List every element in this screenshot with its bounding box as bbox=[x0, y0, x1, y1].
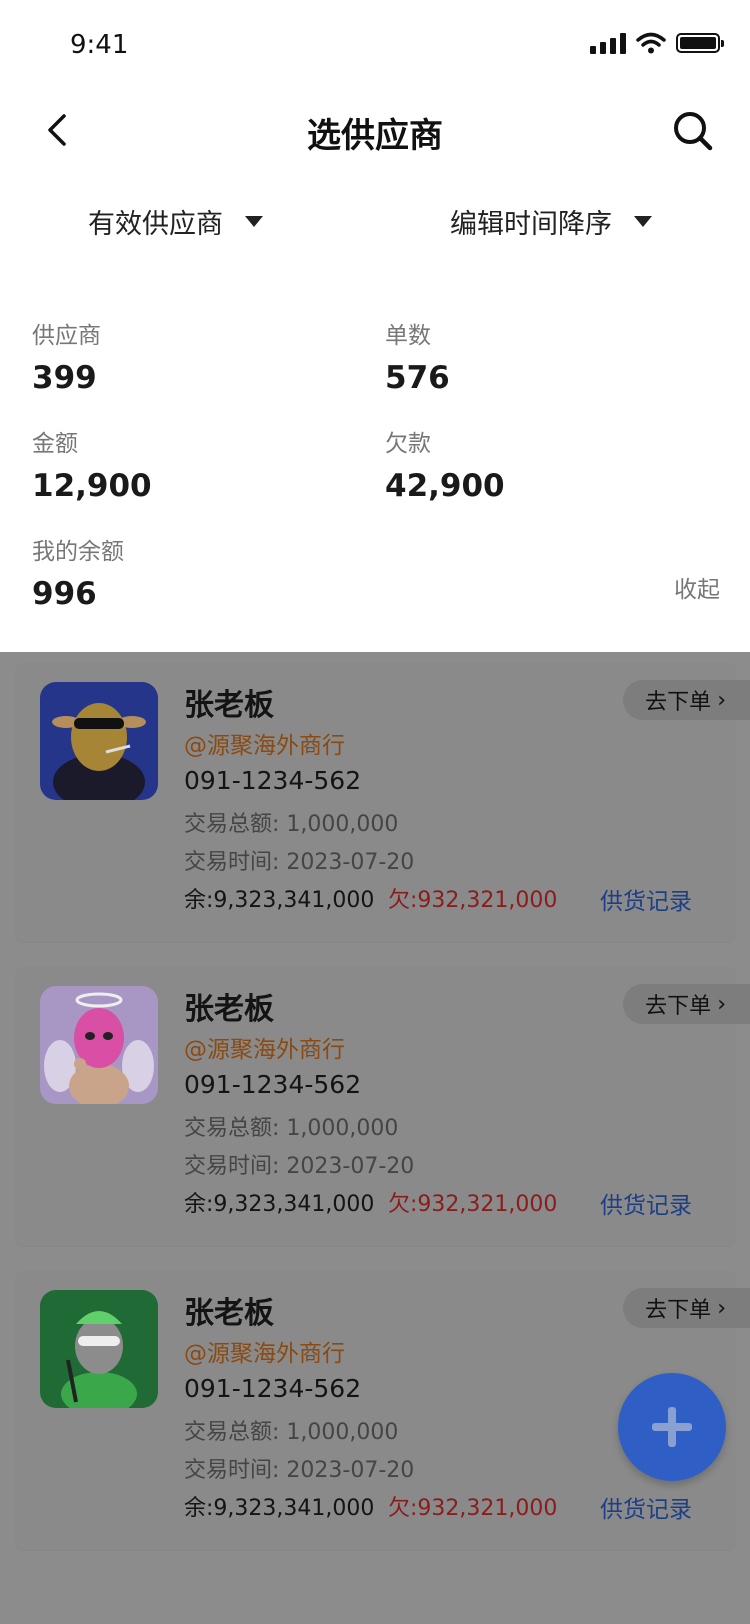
stat-label: 我的余额 bbox=[32, 539, 124, 565]
supplier-total: 交易总额: 1,000,000 bbox=[184, 1420, 399, 1445]
chevron-right-icon: › bbox=[717, 1295, 726, 1321]
collapse-link[interactable]: 收起 bbox=[674, 570, 720, 604]
stat-value: 12,900 bbox=[32, 468, 152, 504]
supplier-time: 交易时间: 2023-07-20 bbox=[184, 1154, 415, 1179]
wifi-icon bbox=[636, 32, 666, 54]
filter-sort-dropdown[interactable]: 编辑时间降序 bbox=[450, 202, 652, 241]
caret-down-icon bbox=[634, 216, 652, 227]
filter-sort-label: 编辑时间降序 bbox=[450, 209, 612, 240]
place-order-label: 去下单 bbox=[645, 994, 712, 1019]
place-order-label: 去下单 bbox=[645, 1298, 712, 1323]
stat-orders: 单数 576 bbox=[385, 316, 685, 396]
battery-icon bbox=[676, 33, 724, 53]
supplier-debt: 欠:932,321,000 bbox=[388, 888, 558, 913]
supplier-name: 张老板 bbox=[184, 1296, 274, 1331]
stat-label: 单数 bbox=[385, 323, 431, 349]
stat-value: 576 bbox=[385, 360, 450, 396]
supplier-total: 交易总额: 1,000,000 bbox=[184, 812, 399, 837]
supplier-phone: 091-1234-562 bbox=[184, 766, 362, 795]
avatar bbox=[40, 986, 158, 1104]
filter-status-dropdown[interactable]: 有效供应商 bbox=[88, 202, 263, 241]
stat-balance: 我的余额 996 bbox=[32, 532, 332, 612]
search-icon[interactable] bbox=[670, 108, 716, 154]
stat-label: 金额 bbox=[32, 431, 78, 457]
filter-bar: 有效供应商 编辑时间降序 bbox=[0, 190, 750, 256]
stats-panel: 供应商 399 单数 576 金额 12,900 欠款 42,900 我的余额 … bbox=[0, 300, 750, 620]
supplier-card[interactable]: 张老板 @源聚海外商行 091-1234-562 交易总额: 1,000,000… bbox=[14, 966, 750, 1246]
supplier-debt: 欠:932,321,000 bbox=[388, 1192, 558, 1217]
supplier-time: 交易时间: 2023-07-20 bbox=[184, 1458, 415, 1483]
status-time: 9:41 bbox=[70, 30, 129, 60]
page-title: 选供应商 bbox=[307, 116, 443, 156]
supplier-balance: 余:9,323,341,000 bbox=[184, 888, 375, 913]
supply-record-link[interactable]: 供货记录 bbox=[600, 1186, 692, 1220]
supplier-name: 张老板 bbox=[184, 992, 274, 1027]
status-bar: 9:41 bbox=[0, 0, 750, 90]
place-order-button[interactable]: 去下单 › bbox=[623, 984, 750, 1024]
filter-status-label: 有效供应商 bbox=[88, 209, 223, 240]
stat-suppliers: 供应商 399 bbox=[32, 316, 332, 396]
stat-label: 供应商 bbox=[32, 323, 101, 349]
supplier-company: @源聚海外商行 bbox=[184, 1341, 345, 1367]
stat-debt: 欠款 42,900 bbox=[385, 424, 685, 504]
supplier-phone: 091-1234-562 bbox=[184, 1070, 362, 1099]
supplier-company: @源聚海外商行 bbox=[184, 1037, 345, 1063]
status-icons bbox=[590, 32, 724, 54]
supplier-company: @源聚海外商行 bbox=[184, 733, 345, 759]
supplier-list: 张老板 @源聚海外商行 091-1234-562 交易总额: 1,000,000… bbox=[0, 652, 750, 1624]
place-order-label: 去下单 bbox=[645, 690, 712, 715]
stat-label: 欠款 bbox=[385, 431, 431, 457]
stat-value: 42,900 bbox=[385, 468, 505, 504]
supplier-balance: 余:9,323,341,000 bbox=[184, 1192, 375, 1217]
plus-icon bbox=[652, 1407, 692, 1447]
supplier-debt: 欠:932,321,000 bbox=[388, 1496, 558, 1521]
stat-value: 399 bbox=[32, 360, 97, 396]
supply-record-link[interactable]: 供货记录 bbox=[600, 882, 692, 916]
supply-record-link[interactable]: 供货记录 bbox=[600, 1490, 692, 1524]
signal-icon bbox=[590, 32, 626, 54]
nav-bar: 选供应商 bbox=[0, 90, 750, 170]
place-order-button[interactable]: 去下单 › bbox=[623, 680, 750, 720]
place-order-button[interactable]: 去下单 › bbox=[623, 1288, 750, 1328]
supplier-phone: 091-1234-562 bbox=[184, 1374, 362, 1403]
supplier-balance: 余:9,323,341,000 bbox=[184, 1496, 375, 1521]
chevron-right-icon: › bbox=[717, 687, 726, 713]
caret-down-icon bbox=[245, 216, 263, 227]
supplier-time: 交易时间: 2023-07-20 bbox=[184, 850, 415, 875]
supplier-name: 张老板 bbox=[184, 688, 274, 723]
avatar bbox=[40, 1290, 158, 1408]
supplier-total: 交易总额: 1,000,000 bbox=[184, 1116, 399, 1141]
add-supplier-button[interactable] bbox=[618, 1373, 726, 1481]
stat-amount: 金额 12,900 bbox=[32, 424, 332, 504]
chevron-right-icon: › bbox=[717, 991, 726, 1017]
supplier-card[interactable]: 张老板 @源聚海外商行 091-1234-562 交易总额: 1,000,000… bbox=[14, 662, 750, 942]
stat-value: 996 bbox=[32, 576, 97, 612]
avatar bbox=[40, 682, 158, 800]
